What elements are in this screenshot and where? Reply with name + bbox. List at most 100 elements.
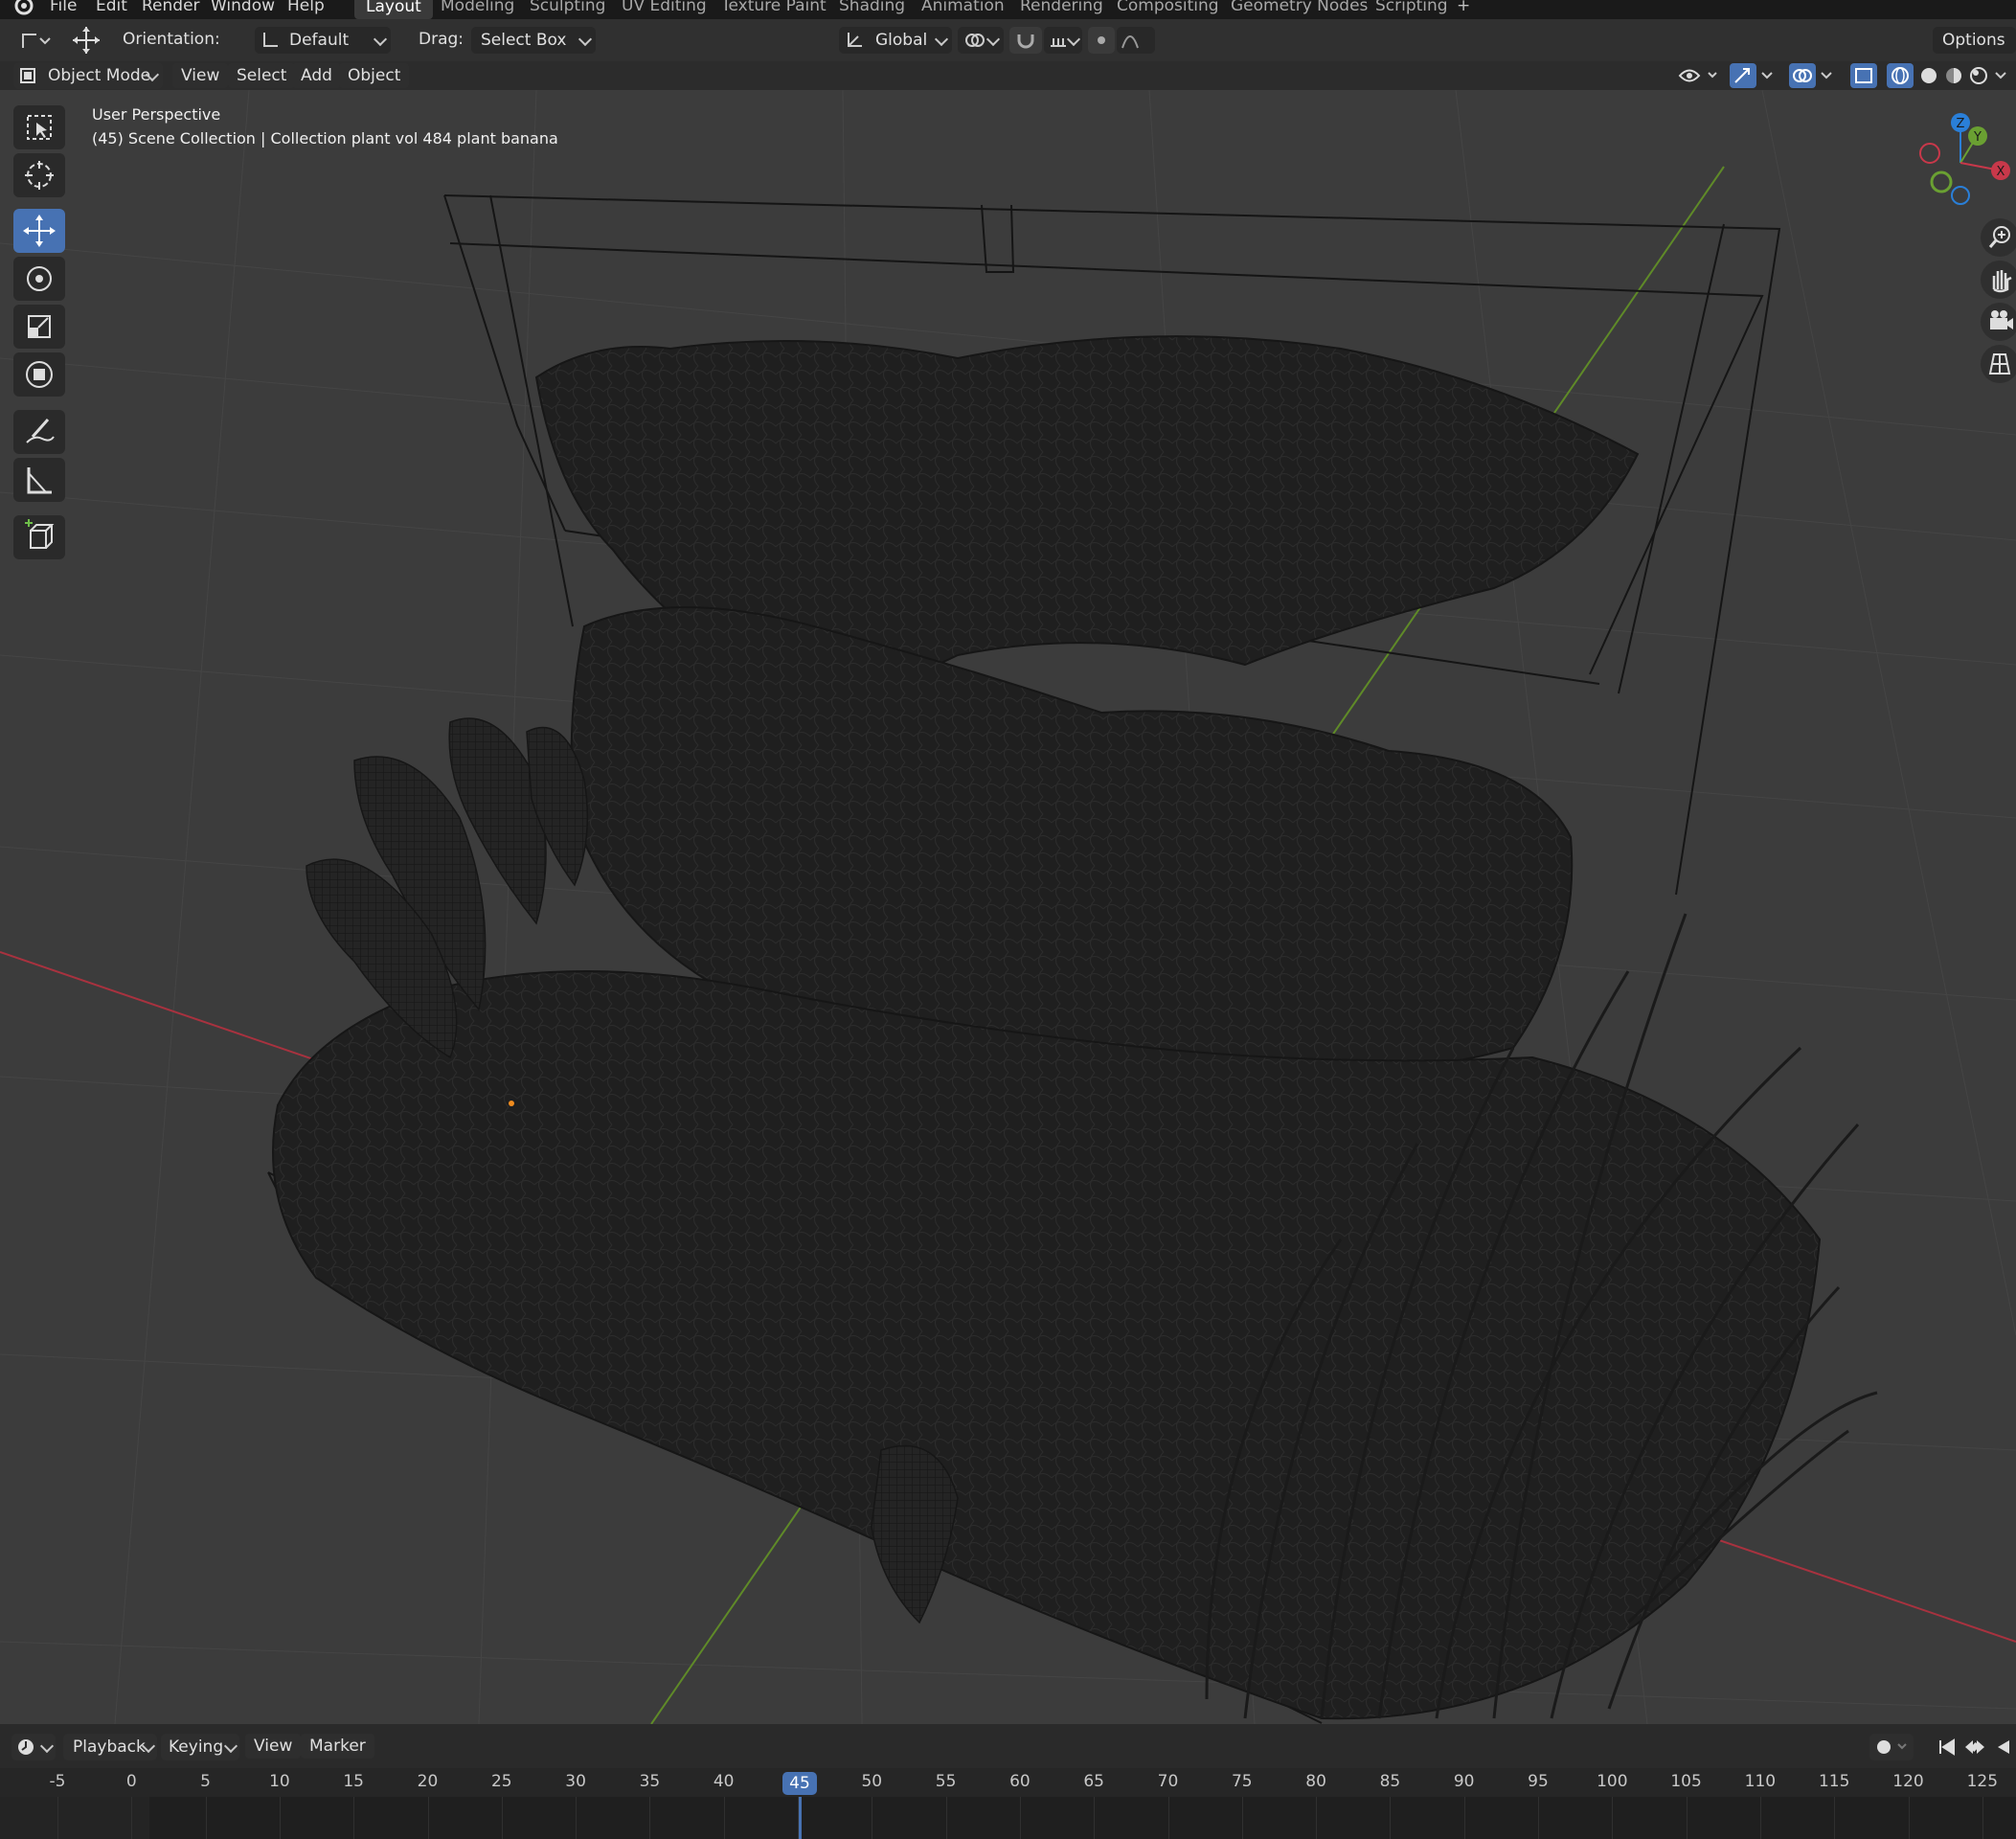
timeline-ruler[interactable]: -5 0 5 10 15 20 25 30 35 40 50 55 60 65 70 75 80 85 90 95 10… xyxy=(0,1768,2016,1797)
cursor-tool[interactable] xyxy=(13,153,65,197)
tab-texture-paint[interactable]: Texture Paint xyxy=(721,0,827,15)
move-tool[interactable] xyxy=(13,209,65,253)
pan-button[interactable] xyxy=(1981,261,2016,299)
xray-toggle[interactable] xyxy=(1850,63,1877,88)
frame-grid-line xyxy=(1982,1797,1983,1839)
camera-view-button[interactable] xyxy=(1981,303,2016,341)
snap-increment-icon xyxy=(1051,38,1066,47)
timeline-before-range xyxy=(0,1797,149,1839)
navigation-gizmo[interactable]: Z Y X xyxy=(1901,109,2016,215)
orientation-dropdown[interactable]: Default xyxy=(255,27,391,54)
chevron-down-icon xyxy=(373,32,388,47)
jump-to-keyframe-icon[interactable] xyxy=(1959,1734,1990,1760)
mode-dropdown[interactable]: Object Mode xyxy=(13,62,163,89)
xray-icon xyxy=(1855,68,1872,83)
material-shading-icon[interactable] xyxy=(1940,63,1967,88)
timeline-menu-view[interactable]: View xyxy=(245,1734,302,1759)
frame-grid-line xyxy=(1759,1797,1761,1839)
frame-tick-label: 10 xyxy=(269,1772,290,1791)
chevron-down-icon[interactable] xyxy=(1818,63,1837,88)
drag-dropdown[interactable]: Select Box xyxy=(471,27,596,54)
gizmo-toggle[interactable] xyxy=(1730,63,1756,88)
frame-grid-line xyxy=(131,1797,133,1839)
frame-tick-label: 70 xyxy=(1157,1772,1179,1791)
options-label: Options xyxy=(1942,31,2005,50)
tab-uv-editing[interactable]: UV Editing xyxy=(622,0,707,15)
select-box-tool[interactable] xyxy=(13,105,65,149)
options-dropdown[interactable]: Options xyxy=(1933,27,2016,54)
chevron-down-icon xyxy=(223,1738,238,1754)
frame-tick-label: 15 xyxy=(343,1772,365,1791)
snap-target-dropdown[interactable] xyxy=(1044,27,1082,54)
wireframe-shading-button[interactable] xyxy=(1887,63,1914,88)
tab-modeling[interactable]: Modeling xyxy=(441,0,514,15)
3d-viewport[interactable]: User Perspective (45) Scene Collection |… xyxy=(0,90,2016,1724)
perspective-toggle-button[interactable] xyxy=(1981,345,2016,383)
tab-scripting[interactable]: Scripting xyxy=(1375,0,1448,15)
menu-file[interactable]: File xyxy=(50,0,77,15)
frame-tick-label: 20 xyxy=(417,1772,439,1791)
measure-tool[interactable] xyxy=(13,458,65,502)
viewport-menu-select[interactable]: Select xyxy=(228,63,296,88)
tab-geometry-nodes[interactable]: Geometry Nodes xyxy=(1231,0,1368,15)
timeline-editor-type[interactable] xyxy=(11,1734,56,1760)
rendered-shading-icon[interactable] xyxy=(1965,63,1992,88)
tab-animation[interactable]: Animation xyxy=(921,0,1005,15)
gizmo-z-label: Z xyxy=(1957,117,1965,131)
menu-edit[interactable]: Edit xyxy=(96,0,127,15)
jump-to-start-icon[interactable] xyxy=(1933,1734,1959,1760)
proportional-edit-toggle[interactable] xyxy=(1088,27,1115,54)
chevron-down-icon[interactable] xyxy=(1992,63,2013,88)
frame-tick-label: 95 xyxy=(1528,1772,1549,1791)
move-tool-icon[interactable] xyxy=(69,23,103,57)
falloff-dropdown[interactable] xyxy=(1117,27,1155,54)
zoom-button[interactable] xyxy=(1981,218,2016,257)
frame-grid-line xyxy=(649,1797,651,1839)
transform-tool[interactable] xyxy=(13,352,65,397)
current-frame-indicator[interactable]: 45 xyxy=(782,1772,817,1795)
chevron-down-icon xyxy=(934,32,949,47)
auto-keying-toggle[interactable] xyxy=(1869,1734,1914,1760)
menu-help[interactable]: Help xyxy=(287,0,325,15)
annotate-tool[interactable] xyxy=(13,410,65,454)
playback-menu[interactable]: Playback xyxy=(63,1734,157,1760)
timeline-track[interactable] xyxy=(0,1797,2016,1839)
visibility-icon[interactable] xyxy=(1676,63,1722,88)
viewport-menu-view[interactable]: View xyxy=(172,63,229,88)
frame-grid-line xyxy=(1612,1797,1614,1839)
playhead-line[interactable] xyxy=(799,1797,802,1839)
editor-type-icon[interactable] xyxy=(19,29,54,52)
add-cube-tool[interactable] xyxy=(13,515,65,559)
play-reverse-icon[interactable] xyxy=(1990,1734,2016,1760)
snap-toggle[interactable] xyxy=(1009,27,1042,54)
grid-perspective-icon xyxy=(1988,353,2011,375)
tab-sculpting[interactable]: Sculpting xyxy=(530,0,605,15)
frame-tick-label: 110 xyxy=(1744,1772,1777,1791)
proportional-edit-icon xyxy=(1098,36,1105,44)
tab-compositing[interactable]: Compositing xyxy=(1117,0,1219,15)
timeline-menu-marker[interactable]: Marker xyxy=(301,1734,374,1759)
transform-space-value: Global xyxy=(875,31,928,50)
tab-rendering[interactable]: Rendering xyxy=(1020,0,1103,15)
frame-grid-line xyxy=(576,1797,578,1839)
viewport-menu-object[interactable]: Object xyxy=(339,63,410,88)
pivot-dropdown[interactable] xyxy=(958,27,1004,54)
keying-menu[interactable]: Keying xyxy=(161,1734,239,1760)
tab-layout[interactable]: Layout xyxy=(354,0,433,19)
frame-tick-label: 40 xyxy=(713,1772,735,1791)
menu-render[interactable]: Render xyxy=(142,0,200,15)
viewport-menu-add[interactable]: Add xyxy=(292,63,341,88)
blender-logo-icon[interactable] xyxy=(11,0,36,17)
transform-space-dropdown[interactable]: Global xyxy=(839,27,952,54)
wireframe-sphere-icon xyxy=(1891,67,1909,84)
chevron-down-icon[interactable] xyxy=(1758,63,1778,88)
add-workspace-button[interactable]: + xyxy=(1457,0,1470,15)
tab-shading[interactable]: Shading xyxy=(839,0,905,15)
menu-window[interactable]: Window xyxy=(211,0,275,15)
rotate-tool[interactable] xyxy=(13,257,65,301)
overlays-toggle[interactable] xyxy=(1789,63,1816,88)
solid-shading-icon[interactable] xyxy=(1915,63,1942,88)
frame-grid-line xyxy=(1834,1797,1836,1839)
scale-tool[interactable] xyxy=(13,305,65,349)
global-axes-icon xyxy=(848,33,862,47)
